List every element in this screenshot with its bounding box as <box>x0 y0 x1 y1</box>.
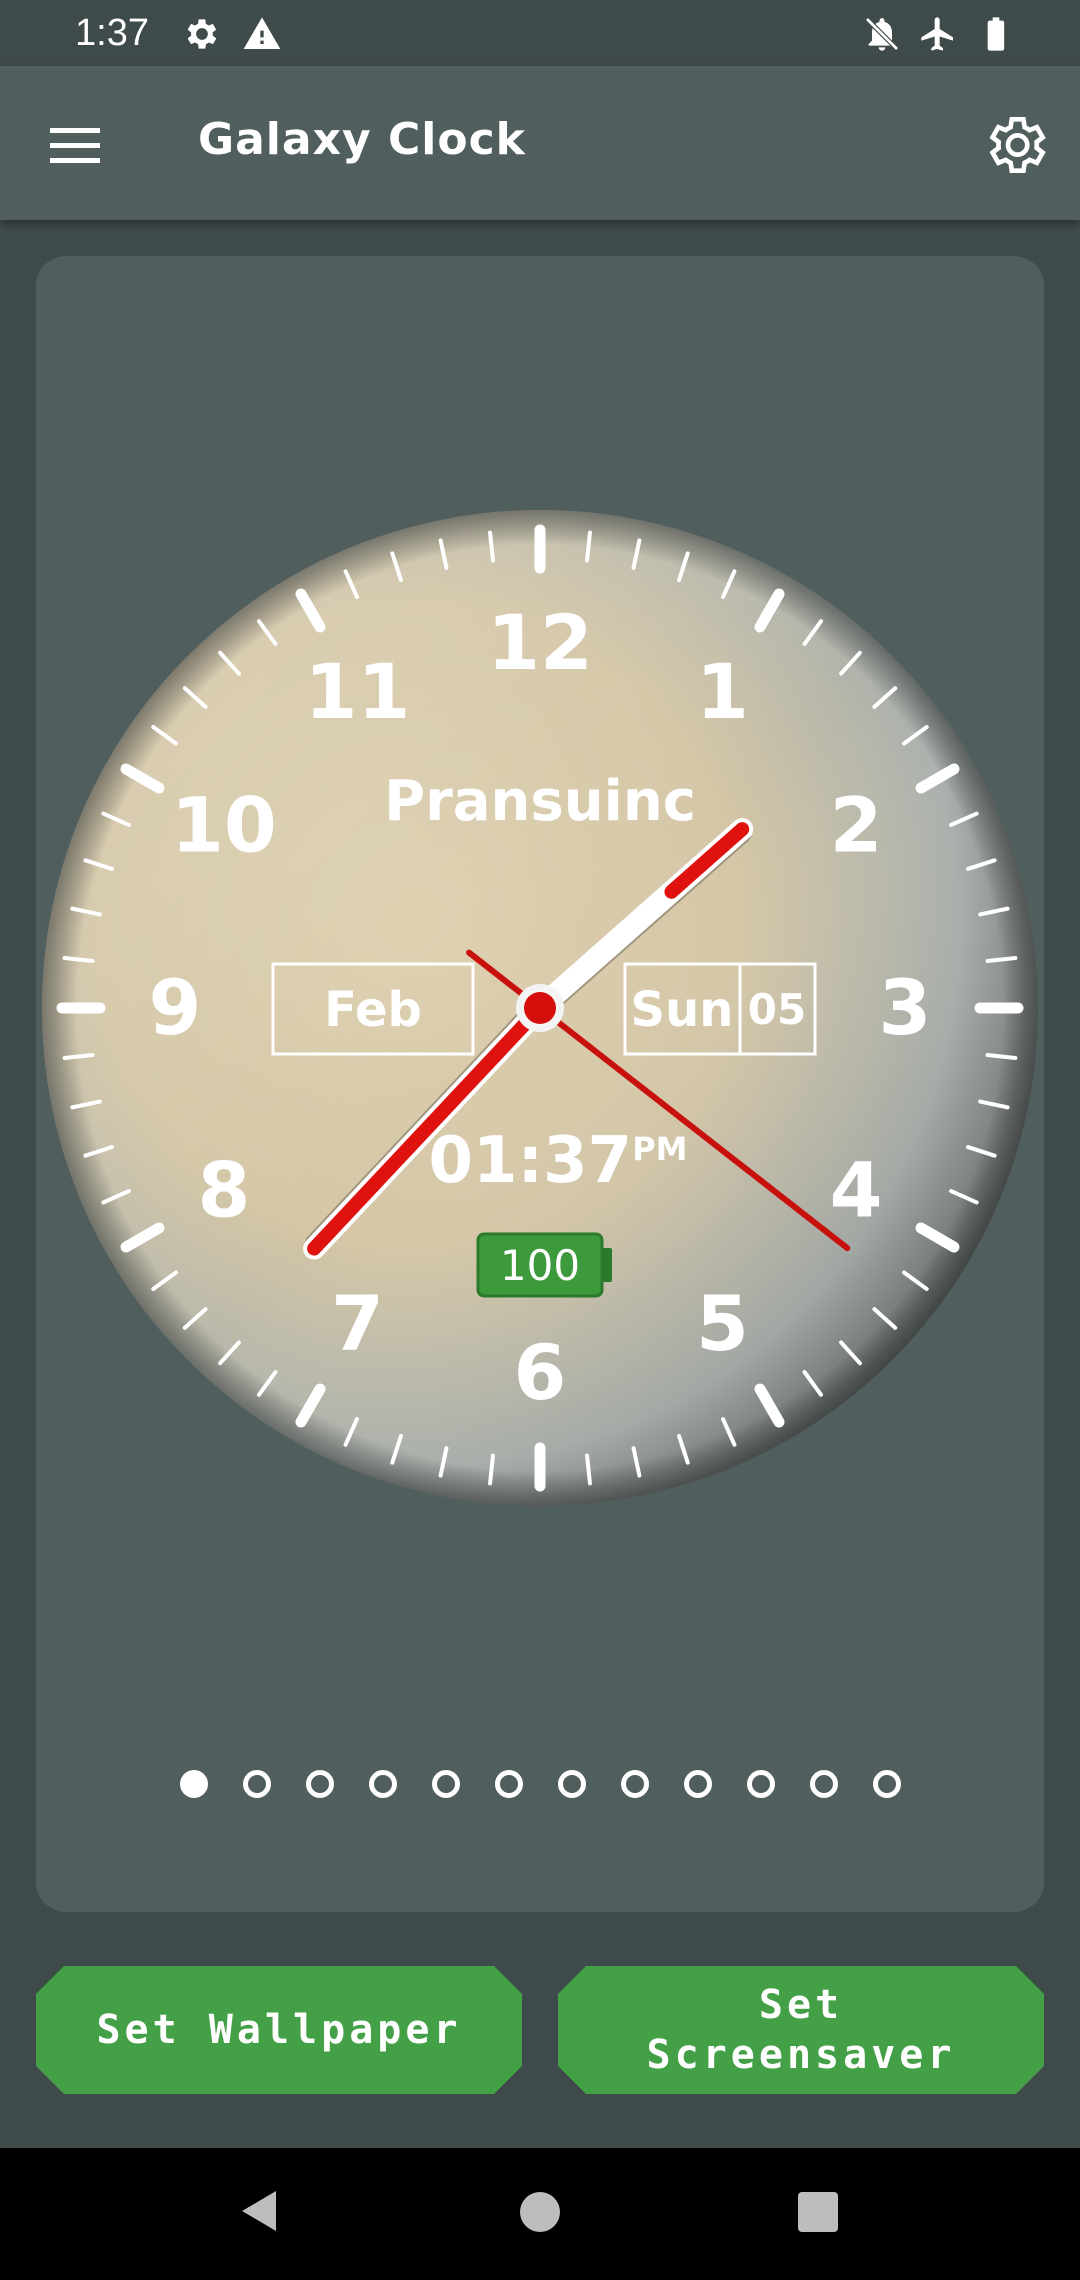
clock-numeral: 5 <box>696 1279 749 1368</box>
page-indicator <box>0 1770 1080 1810</box>
gear-icon[interactable] <box>980 110 1050 180</box>
page-dot[interactable] <box>684 1770 712 1798</box>
home-icon[interactable] <box>516 2188 564 2240</box>
battery-level: 100 <box>500 1241 580 1290</box>
clock-numeral: 10 <box>171 781 277 870</box>
app-title: Galaxy Clock <box>198 114 526 165</box>
page-dot[interactable] <box>432 1770 460 1798</box>
clock-numeral: 1 <box>696 647 749 736</box>
page-dot[interactable] <box>306 1770 334 1798</box>
clock-numeral: 2 <box>830 781 883 870</box>
clock-weekday: Sun <box>631 982 734 1038</box>
set-screensaver-button[interactable]: Set Screensaver <box>558 1966 1044 2094</box>
page-dot[interactable] <box>369 1770 397 1798</box>
set-wallpaper-button[interactable]: Set Wallpaper <box>36 1966 522 2094</box>
page-dot[interactable] <box>180 1770 208 1798</box>
page-dot[interactable] <box>810 1770 838 1798</box>
set-screensaver-label-line2: Screensaver <box>646 2032 956 2078</box>
warning-icon <box>242 14 282 58</box>
status-time: 1:37 <box>75 12 149 54</box>
app-bar: Galaxy Clock <box>0 66 1080 220</box>
clock-numeral: 3 <box>879 963 932 1052</box>
clock-numeral: 12 <box>487 598 593 687</box>
clock-numeral: 9 <box>149 963 202 1052</box>
set-wallpaper-label: Set Wallpaper <box>96 2007 462 2053</box>
battery-indicator: 100 <box>476 1232 612 1298</box>
clock-numeral: 4 <box>830 1146 883 1235</box>
bell-off-icon <box>862 14 902 58</box>
clock-month: Feb <box>324 982 422 1038</box>
clock-numeral: 7 <box>331 1279 384 1368</box>
page-dot[interactable] <box>747 1770 775 1798</box>
back-icon[interactable] <box>234 2186 284 2240</box>
page-dot[interactable] <box>243 1770 271 1798</box>
digital-time-value: 01:37 <box>428 1124 632 1198</box>
hamburger-menu-icon[interactable] <box>40 114 114 174</box>
battery-icon <box>976 14 1016 58</box>
page-dot[interactable] <box>495 1770 523 1798</box>
page-dot[interactable] <box>558 1770 586 1798</box>
clock-numeral: 11 <box>305 647 411 736</box>
clock-day: 05 <box>748 985 806 1034</box>
navigation-bar <box>0 2148 1080 2280</box>
set-screensaver-label-line1: Set <box>758 1982 844 2028</box>
digital-time-ampm: PM <box>632 1130 687 1168</box>
clock-numeral: 8 <box>197 1146 250 1235</box>
analog-clock: 12 12 3 45 6 78 9 10 11 Pransuinc Feb Sun 05 01:… <box>42 510 1038 1506</box>
clock-brand: Pransuinc <box>384 769 696 834</box>
center-cap-inner <box>524 992 556 1024</box>
clock-numeral: 6 <box>514 1328 567 1417</box>
page-dot[interactable] <box>873 1770 901 1798</box>
page-dot[interactable] <box>621 1770 649 1798</box>
gear-icon <box>182 14 222 58</box>
airplane-icon <box>918 14 958 58</box>
recents-icon[interactable] <box>796 2190 840 2238</box>
status-bar: 1:37 <box>0 0 1080 66</box>
